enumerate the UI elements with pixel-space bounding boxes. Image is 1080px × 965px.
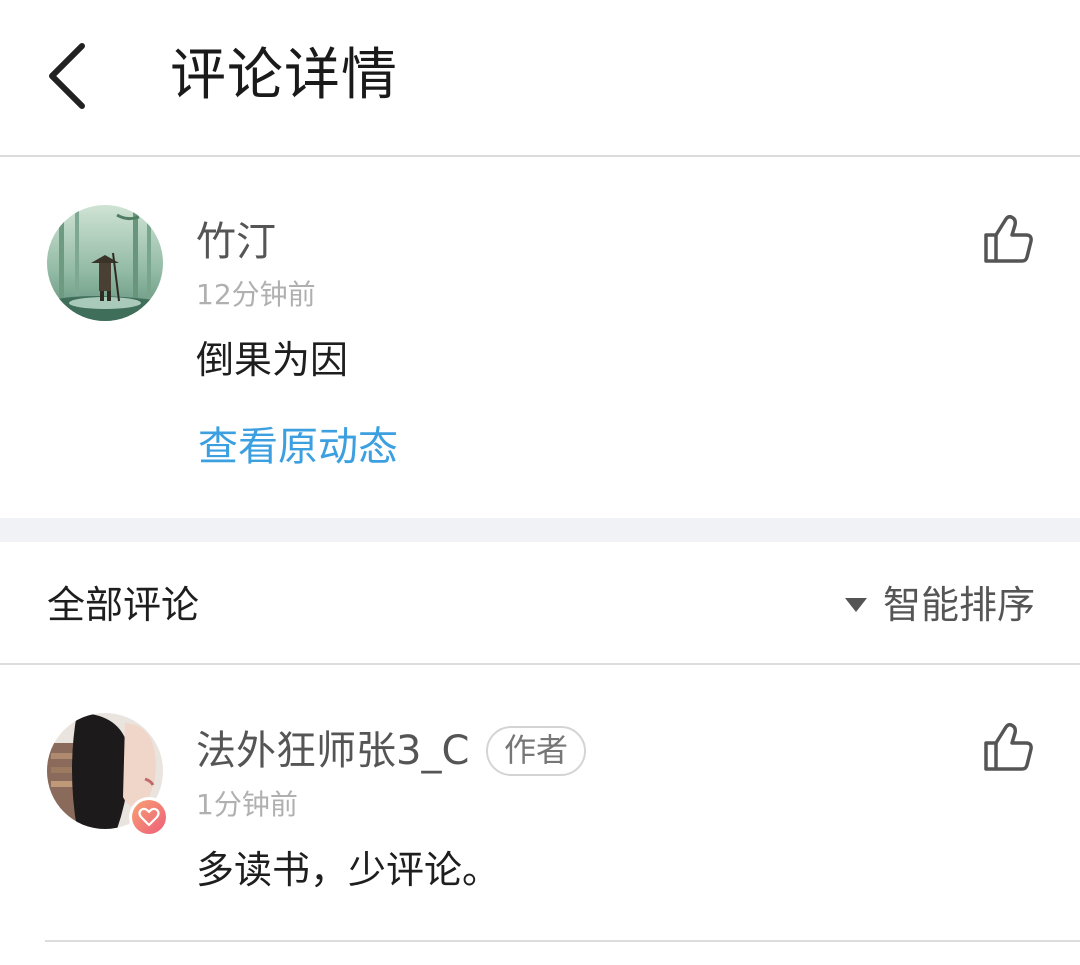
avatar[interactable] xyxy=(47,205,163,321)
back-button[interactable] xyxy=(40,38,100,114)
thumbs-up-icon xyxy=(984,722,1033,771)
comments-header: 全部评论 智能排序 xyxy=(0,542,1080,665)
vip-badge xyxy=(129,797,169,837)
timestamp: 12分钟前 xyxy=(196,278,316,311)
author-tag: 作者 xyxy=(486,726,587,776)
like-button[interactable] xyxy=(980,719,1036,775)
page-title: 评论详情 xyxy=(170,43,398,108)
timestamp: 1分钟前 xyxy=(196,788,298,821)
author-name[interactable]: 法外狂师张3_C xyxy=(196,726,469,776)
view-original-link[interactable]: 查看原动态 xyxy=(198,421,398,473)
comment-text: 倒果为因 xyxy=(196,338,349,382)
section-title: 全部评论 xyxy=(47,583,200,627)
sort-label: 智能排序 xyxy=(882,583,1035,627)
thumbs-up-icon xyxy=(984,214,1033,263)
like-button[interactable] xyxy=(980,211,1036,267)
divider xyxy=(45,940,1080,942)
heart-icon xyxy=(138,807,160,827)
list-item: 法外狂师张3_C 作者 1分钟前 多读书，少评论。 xyxy=(0,667,1080,943)
section-separator xyxy=(0,518,1080,542)
author-name[interactable]: 竹汀 xyxy=(196,217,276,267)
main-comment: 竹汀 12分钟前 倒果为因 查看原动态 xyxy=(0,159,1080,518)
caret-down-icon xyxy=(844,598,867,612)
bamboo-forest-avatar-image xyxy=(47,205,163,321)
top-bar: 评论详情 xyxy=(0,0,1080,157)
sort-dropdown[interactable]: 智能排序 xyxy=(843,580,1035,630)
chevron-left-icon xyxy=(49,43,85,109)
comment-text: 多读书，少评论。 xyxy=(196,848,501,892)
